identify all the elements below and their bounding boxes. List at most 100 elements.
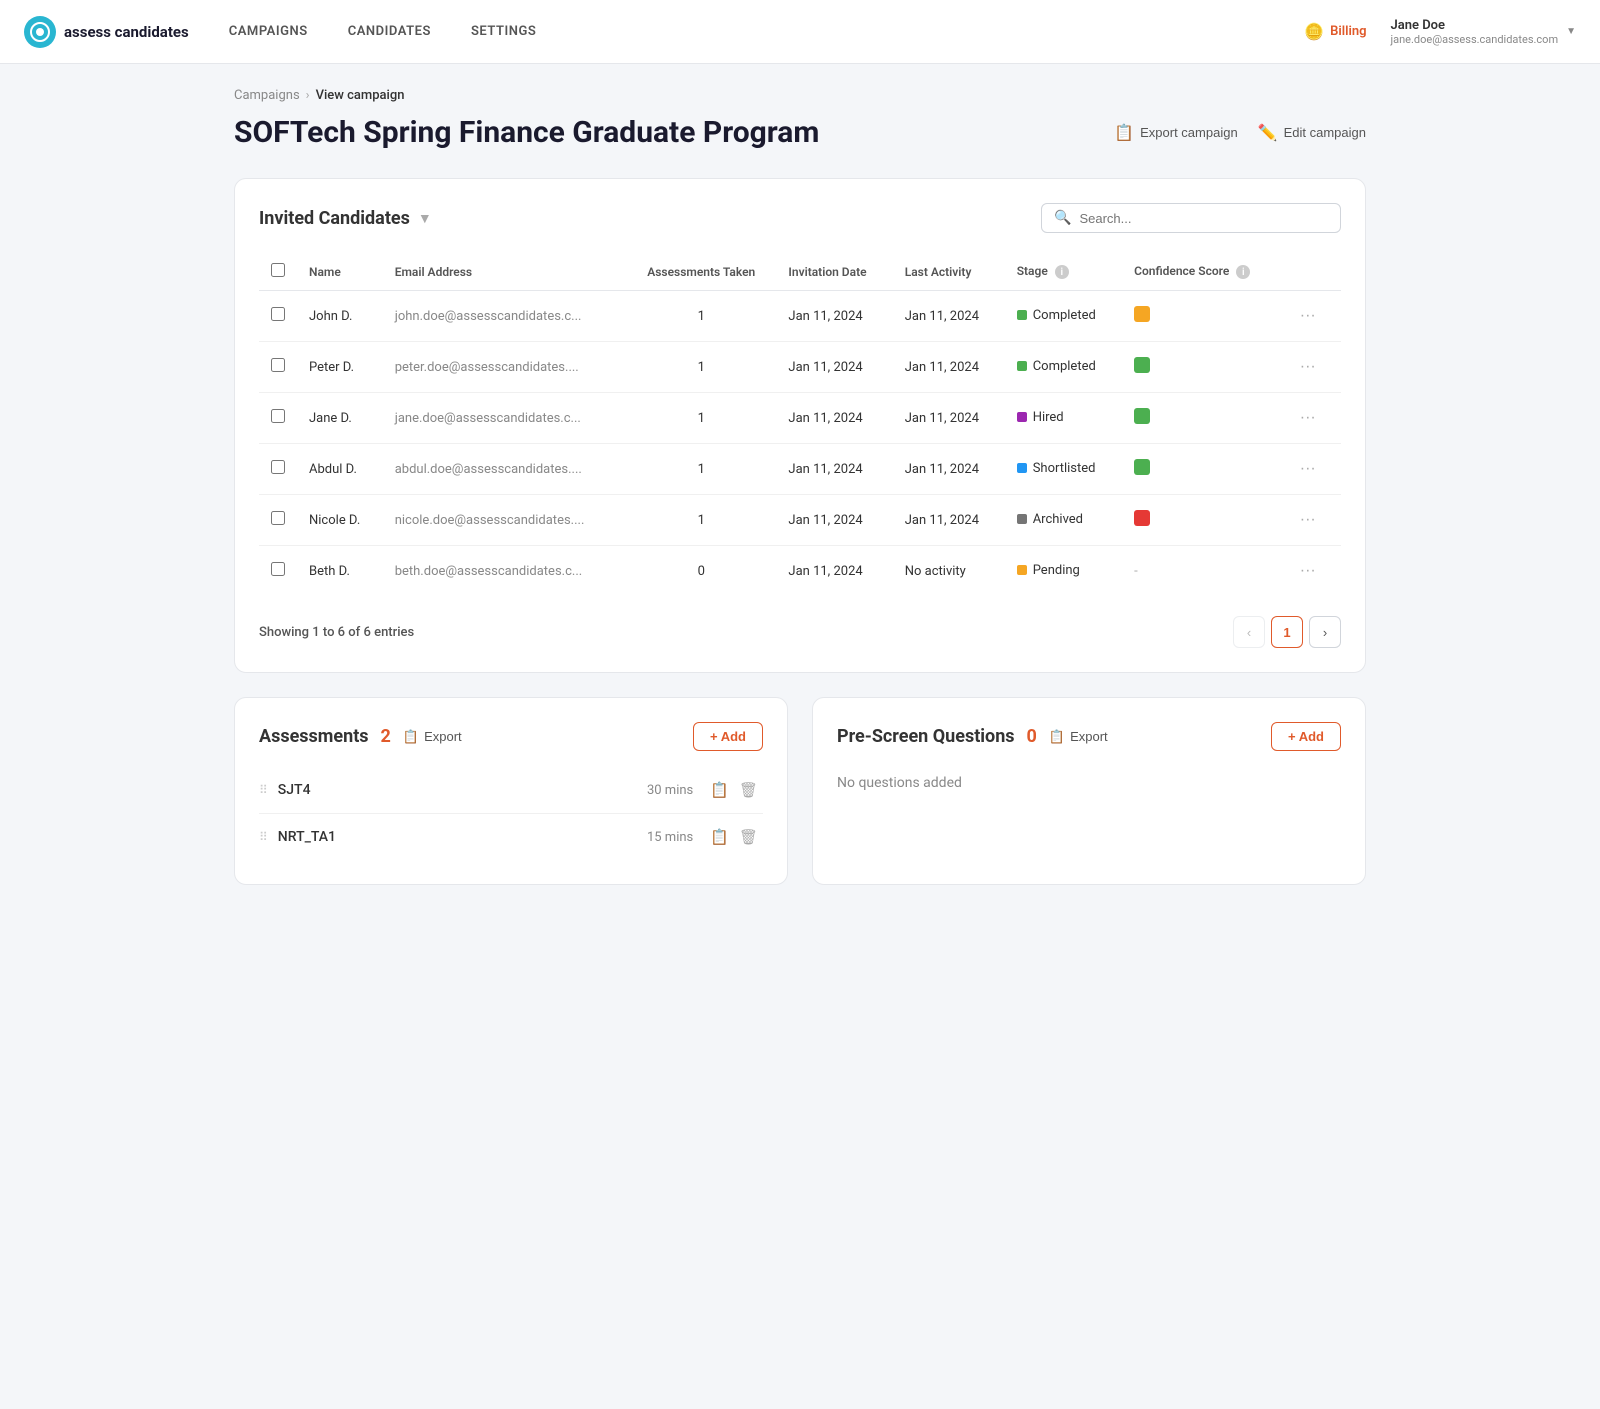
col-assessments: Assessments Taken (626, 253, 776, 291)
row-checkbox[interactable] (271, 562, 285, 576)
col-actions (1282, 253, 1341, 291)
row-assessments: 1 (626, 342, 776, 393)
assessment-edit-button[interactable]: 📋 (705, 779, 734, 801)
assessment-delete-button[interactable]: 🗑 (734, 779, 763, 801)
user-email: jane.doe@assess.candidates.com (1390, 33, 1558, 46)
row-last-activity: Jan 11, 2024 (893, 495, 1005, 546)
showing-text: Showing 1 to 6 of 6 entries (259, 625, 414, 640)
brand-logo[interactable]: assess candidates (24, 16, 189, 48)
row-more-button[interactable]: ··· (1294, 305, 1322, 327)
next-page-button[interactable]: › (1309, 616, 1341, 648)
row-more-button[interactable]: ··· (1294, 560, 1322, 582)
table-row: John D. john.doe@assesscandidates.c... 1… (259, 291, 1341, 342)
edit-campaign-button[interactable]: ✏️ Edit campaign (1258, 123, 1366, 143)
table-head: Name Email Address Assessments Taken Inv… (259, 253, 1341, 291)
confidence-info-icon[interactable]: i (1236, 265, 1250, 279)
stage-info-icon[interactable]: i (1055, 265, 1069, 279)
drag-handle-icon[interactable]: ⠿ (259, 783, 268, 797)
prescreen-export-button[interactable]: 📋 Export (1049, 729, 1108, 745)
assessment-duration: 15 mins (647, 830, 693, 845)
row-stage: Completed (1005, 291, 1122, 342)
col-confidence: Confidence Score i (1122, 253, 1282, 291)
search-input[interactable] (1079, 211, 1328, 226)
row-confidence (1122, 291, 1282, 342)
edit-icon: ✏️ (1258, 123, 1278, 143)
row-last-activity: Jan 11, 2024 (893, 342, 1005, 393)
table-row: Abdul D. abdul.doe@assesscandidates.... … (259, 444, 1341, 495)
assessments-export-button[interactable]: 📋 Export (403, 729, 462, 745)
table-header-row: Name Email Address Assessments Taken Inv… (259, 253, 1341, 291)
user-details: Jane Doe jane.doe@assess.candidates.com (1390, 18, 1558, 46)
breadcrumb-separator: › (306, 88, 310, 103)
row-more-button[interactable]: ··· (1294, 509, 1322, 531)
row-more-button[interactable]: ··· (1294, 458, 1322, 480)
table-row: Peter D. peter.doe@assesscandidates.... … (259, 342, 1341, 393)
nav-campaigns[interactable]: CAMPAIGNS (229, 24, 308, 39)
prev-page-button[interactable]: ‹ (1233, 616, 1265, 648)
row-assessments: 0 (626, 546, 776, 597)
assessment-item: ⠿ SJT4 30 mins 📋 🗑 (259, 767, 763, 814)
row-confidence (1122, 495, 1282, 546)
prescreen-export-icon: 📋 (1049, 729, 1065, 745)
assessment-item: ⠿ NRT_TA1 15 mins 📋 🗑 (259, 814, 763, 860)
row-email: nicole.doe@assesscandidates.... (383, 495, 626, 546)
row-checkbox[interactable] (271, 358, 285, 372)
col-name: Name (297, 253, 383, 291)
breadcrumb-current: View campaign (316, 88, 405, 103)
brand-icon (24, 16, 56, 48)
breadcrumb-campaigns[interactable]: Campaigns (234, 88, 300, 103)
row-checkbox[interactable] (271, 307, 285, 321)
assessments-card: Assessments 2 📋 Export + Add ⠿ SJT4 30 m… (234, 697, 788, 885)
table-row: Nicole D. nicole.doe@assesscandidates...… (259, 495, 1341, 546)
row-checkbox[interactable] (271, 460, 285, 474)
table-row: Beth D. beth.doe@assesscandidates.c... 0… (259, 546, 1341, 597)
prescreen-empty-text: No questions added (837, 767, 1341, 799)
row-more-button[interactable]: ··· (1294, 356, 1322, 378)
assessment-name: NRT_TA1 (278, 829, 647, 845)
row-invitation-date: Jan 11, 2024 (776, 393, 892, 444)
drag-handle-icon[interactable]: ⠿ (259, 830, 268, 844)
assessment-delete-button[interactable]: 🗑 (734, 826, 763, 848)
assessments-add-button[interactable]: + Add (693, 722, 763, 751)
page-1-button[interactable]: 1 (1271, 616, 1303, 648)
assessments-list: ⠿ SJT4 30 mins 📋 🗑 ⠿ NRT_TA1 15 mins 📋 🗑 (259, 767, 763, 860)
search-icon: 🔍 (1054, 210, 1071, 226)
prescreen-add-button[interactable]: + Add (1271, 722, 1341, 751)
user-menu[interactable]: Jane Doe jane.doe@assess.candidates.com … (1390, 18, 1576, 46)
row-stage: Pending (1005, 546, 1122, 597)
row-invitation-date: Jan 11, 2024 (776, 495, 892, 546)
prescreen-export-label: Export (1070, 729, 1108, 744)
row-more: ··· (1282, 546, 1341, 597)
user-name: Jane Doe (1390, 18, 1558, 33)
filter-icon[interactable]: ▼ (418, 210, 432, 227)
row-checkbox-cell (259, 291, 297, 342)
nav-candidates[interactable]: CANDIDATES (348, 24, 431, 39)
assessments-count: 2 (381, 726, 391, 747)
prescreen-count: 0 (1027, 726, 1037, 747)
assessments-title: Assessments (259, 726, 369, 747)
nav-settings[interactable]: SETTINGS (471, 24, 536, 39)
select-all-checkbox[interactable] (271, 263, 285, 277)
export-campaign-button[interactable]: 📋 Export campaign (1114, 123, 1237, 143)
breadcrumb: Campaigns › View campaign (234, 88, 1366, 103)
row-checkbox[interactable] (271, 409, 285, 423)
candidates-section-title: Invited Candidates ▼ (259, 208, 432, 229)
assessments-add-label: + Add (710, 729, 746, 744)
table-footer: Showing 1 to 6 of 6 entries ‹ 1 › (259, 616, 1341, 648)
row-more: ··· (1282, 393, 1341, 444)
prescreen-add-label: + Add (1288, 729, 1324, 744)
assessment-duration: 30 mins (647, 783, 693, 798)
row-more: ··· (1282, 291, 1341, 342)
row-confidence: - (1122, 546, 1282, 597)
prescreen-header: Pre-Screen Questions 0 📋 Export + Add (837, 722, 1341, 751)
row-more-button[interactable]: ··· (1294, 407, 1322, 429)
assessment-edit-button[interactable]: 📋 (705, 826, 734, 848)
row-confidence (1122, 342, 1282, 393)
page-header: SOFTech Spring Finance Graduate Program … (234, 115, 1366, 150)
select-all-col (259, 253, 297, 291)
billing-button[interactable]: 🪙 Billing (1304, 22, 1366, 41)
row-more: ··· (1282, 342, 1341, 393)
row-checkbox[interactable] (271, 511, 285, 525)
row-invitation-date: Jan 11, 2024 (776, 546, 892, 597)
assessments-export-label: Export (424, 729, 462, 744)
